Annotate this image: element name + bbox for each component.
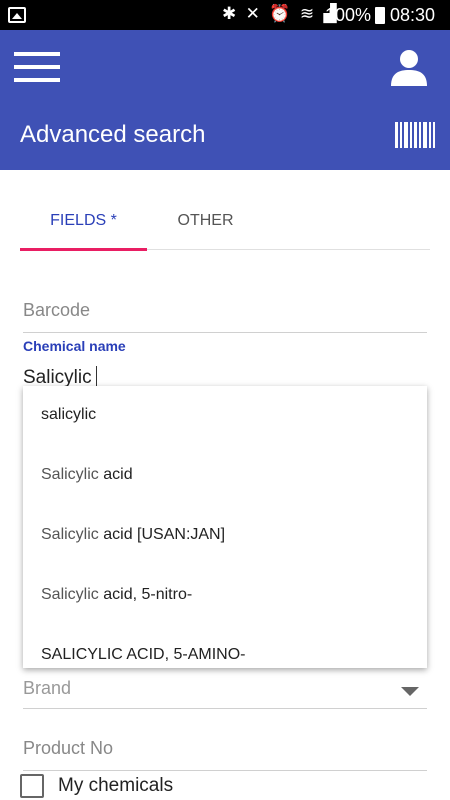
tab-fields[interactable]: FIELDS * — [20, 192, 147, 251]
suggestion-item[interactable]: Salicylic acid, 5-nitro- — [41, 586, 192, 604]
chemical-name-label: Chemical name — [23, 338, 126, 354]
suggestion-item[interactable]: Salicylic acid — [41, 466, 133, 484]
brand-select[interactable]: Brand — [23, 678, 427, 709]
product-no-field[interactable]: Product No — [23, 738, 427, 771]
image-icon — [8, 7, 26, 23]
search-tabs: FIELDS * OTHER — [20, 192, 430, 251]
account-icon[interactable] — [390, 48, 428, 86]
hamburger-menu-icon[interactable] — [14, 52, 60, 84]
tab-other[interactable]: OTHER — [147, 192, 264, 250]
app-bar: Advanced search — [0, 30, 450, 170]
battery-percentage: 100% — [325, 5, 372, 25]
product-no-placeholder: Product No — [23, 738, 114, 758]
suggestion-item[interactable]: Salicylic acid [USAN:JAN] — [41, 526, 225, 544]
battery-icon — [375, 7, 385, 24]
system-icons: ✱ ✕ ⏰ ≋ ▟ — [222, 4, 339, 24]
suggestion-item[interactable]: SALICYLIC ACID, 5-AMINO- — [41, 646, 246, 664]
brand-placeholder: Brand — [23, 678, 72, 698]
my-chemicals-row: My chemicals — [20, 773, 173, 799]
my-chemicals-checkbox[interactable] — [20, 774, 44, 798]
my-chemicals-label: My chemicals — [58, 775, 174, 796]
page-title: Advanced search — [20, 121, 206, 148]
status-bar: ✱ ✕ ⏰ ≋ ▟ 100% 08:30 — [0, 0, 450, 30]
barcode-field[interactable]: Barcode — [23, 300, 427, 333]
suggestion-item[interactable]: salicylic — [41, 406, 96, 424]
barcode-scan-icon[interactable] — [395, 122, 435, 148]
dropdown-arrow-icon — [401, 687, 419, 696]
status-time: 08:30 — [390, 5, 436, 25]
autocomplete-dropdown: salicylic Salicylic acid Salicylic acid … — [23, 386, 427, 668]
barcode-placeholder: Barcode — [23, 300, 91, 320]
